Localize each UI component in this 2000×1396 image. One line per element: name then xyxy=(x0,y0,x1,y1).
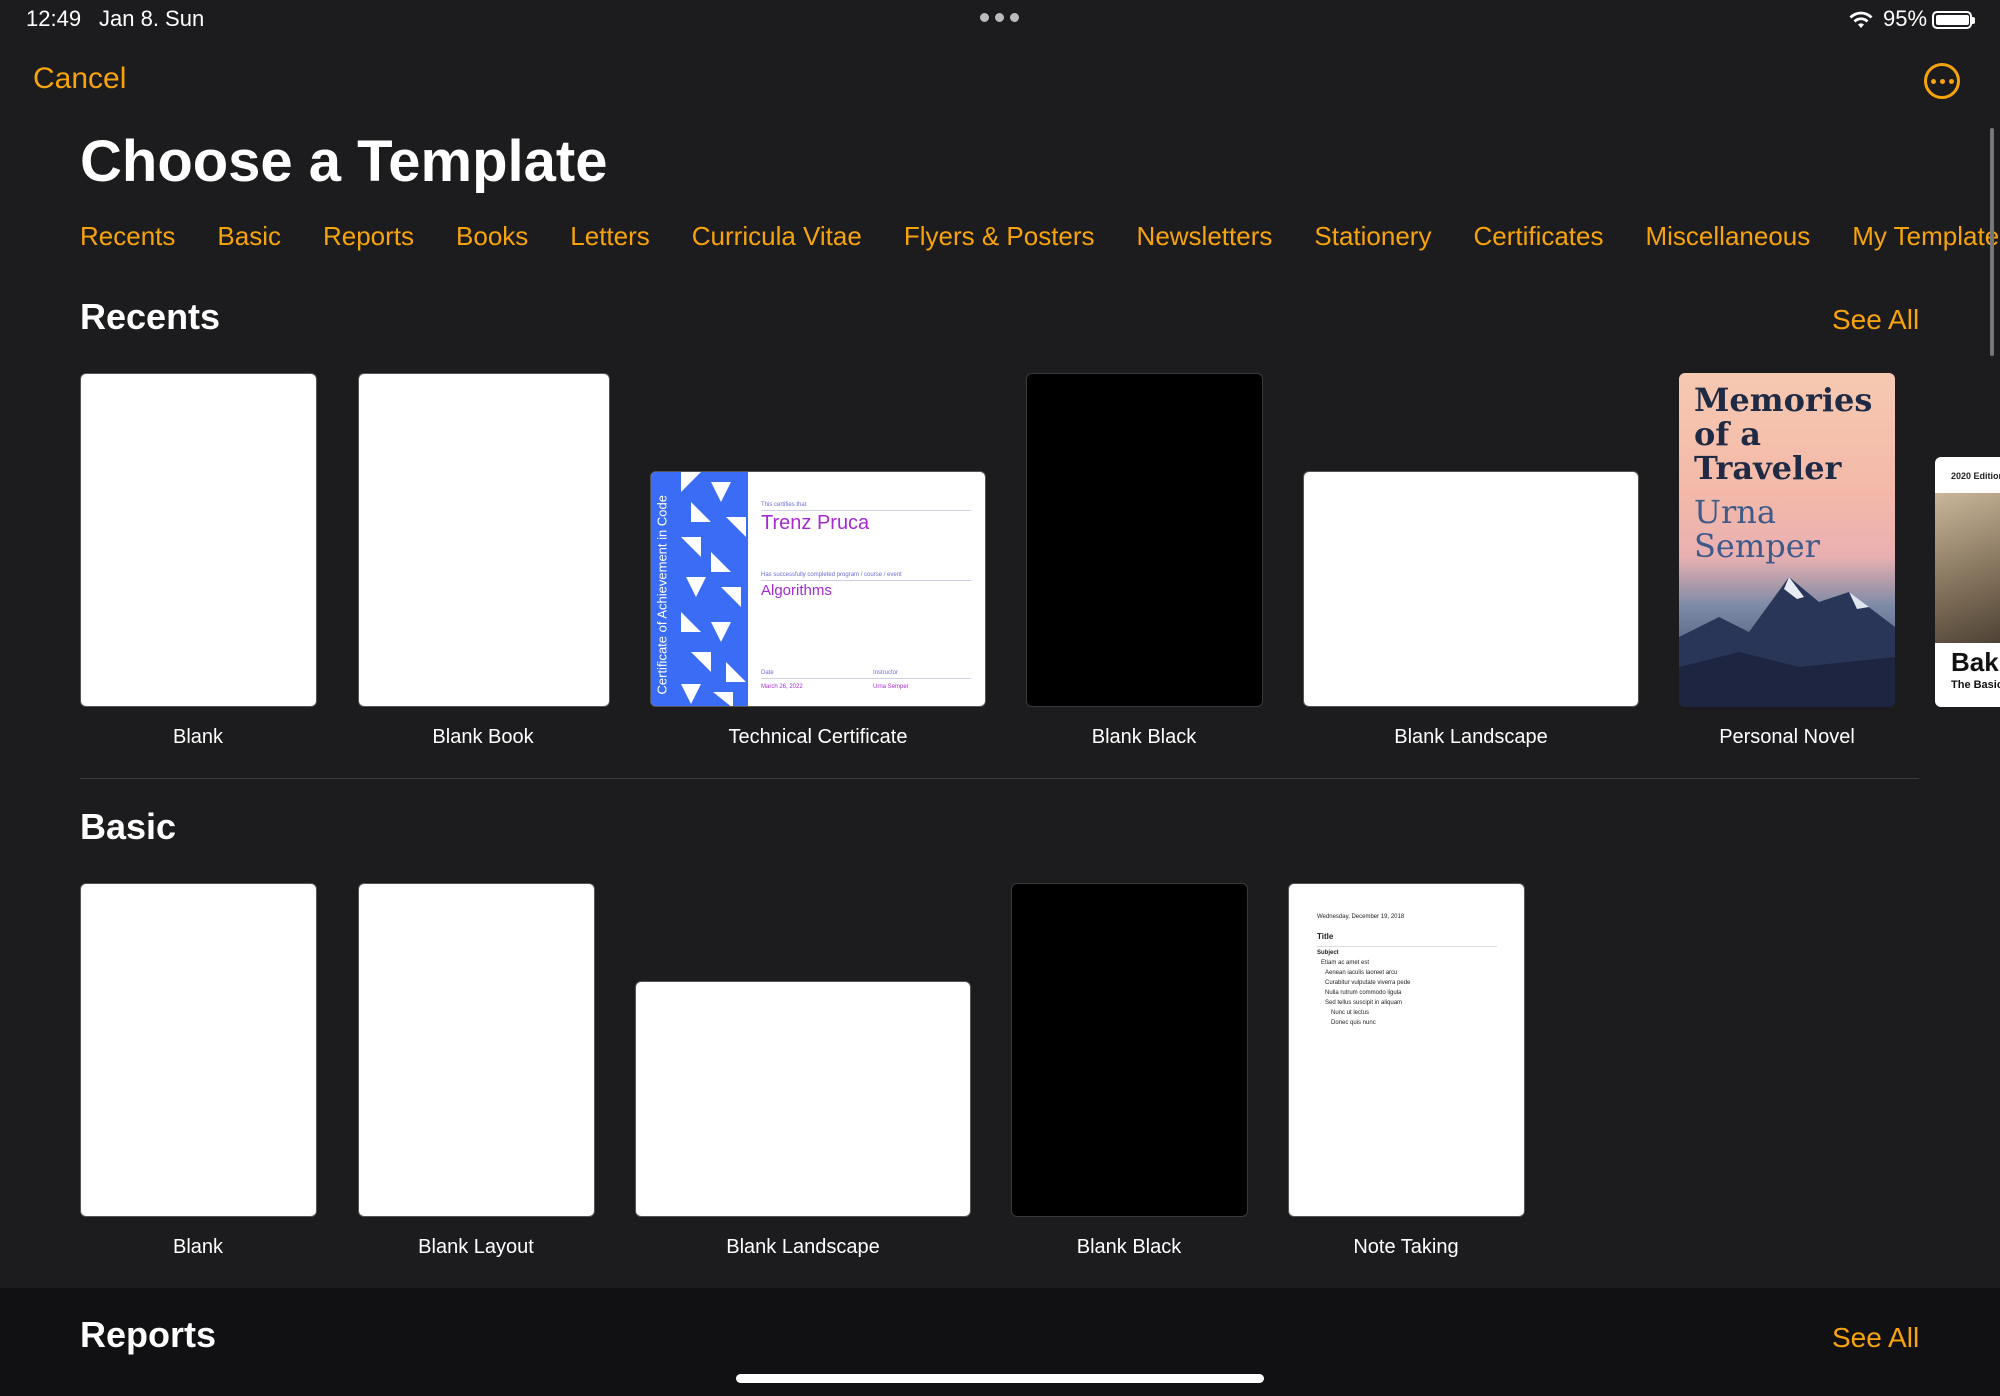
template-label: Personal Novel xyxy=(1719,726,1855,748)
category-tab-curricula-vitae[interactable]: Curricula Vitae xyxy=(692,221,862,252)
template-thumbnail-blank-book[interactable] xyxy=(358,373,610,707)
category-tab-newsletters[interactable]: Newsletters xyxy=(1137,221,1273,252)
template-thumbnail-bakery-partial[interactable]: 2020 Edition Bak The Basic xyxy=(1935,457,2000,707)
section-title-basic: Basic xyxy=(80,806,177,847)
note-bullet: Nulla rutrum commodo ligula xyxy=(1325,990,1402,996)
template-label: Blank Book xyxy=(432,726,534,748)
status-date: Jan 8. Sun xyxy=(99,6,205,31)
novel-author: Urna Semper xyxy=(1694,493,1820,565)
template-label: Blank Black xyxy=(1091,726,1197,748)
certificate-vertical-text: Certificate of Achievement in Code xyxy=(654,495,670,695)
template-thumbnail-technical-certificate[interactable]: Certificate of Achievement in Code This … xyxy=(650,471,986,707)
cancel-button[interactable]: Cancel xyxy=(33,62,126,96)
template-thumbnail-blank-black[interactable] xyxy=(1026,373,1263,707)
ellipsis-circle-icon[interactable] xyxy=(1924,63,1960,99)
certificate-certifies-text: This certifies that xyxy=(761,502,807,508)
bakery-edition: 2020 Edition xyxy=(1951,471,2000,481)
note-bullet: Curabitur vulputate viverra pede xyxy=(1325,980,1411,986)
template-thumbnail-blank-landscape[interactable] xyxy=(1303,471,1639,707)
wifi-icon xyxy=(1849,11,1873,28)
category-tab-reports[interactable]: Reports xyxy=(323,221,414,252)
template-label: Blank Black xyxy=(1076,1236,1182,1258)
section-title-recents: Recents xyxy=(80,296,221,337)
novel-title: Memories of a Traveler xyxy=(1694,381,1873,487)
section-divider xyxy=(80,778,1919,779)
template-label: Blank xyxy=(172,726,224,748)
template-thumbnail-blank[interactable] xyxy=(80,883,317,1217)
note-subject: Subject xyxy=(1317,950,1339,956)
category-tab-basic[interactable]: Basic xyxy=(217,221,281,252)
battery-icon xyxy=(1932,11,1975,29)
category-tab-miscellaneous[interactable]: Miscellaneous xyxy=(1646,221,1811,252)
multitasking-dots-icon[interactable] xyxy=(980,10,1022,24)
template-label: Blank Layout xyxy=(418,1236,534,1258)
bakery-photo xyxy=(1935,493,2000,643)
template-label: Blank Landscape xyxy=(726,1236,880,1258)
category-tab-my-templates[interactable]: My Templates xyxy=(1852,221,2000,252)
section-title-reports: Reports xyxy=(80,1314,217,1355)
template-label: Blank xyxy=(172,1236,224,1258)
certificate-date-value: March 26, 2022 xyxy=(761,684,803,690)
note-date: Wednesday, December 19, 2018 xyxy=(1317,914,1405,920)
note-bullet: Etiam ac amet est xyxy=(1321,960,1370,966)
bakery-subtitle: The Basic xyxy=(1951,679,2000,691)
certificate-course: Algorithms xyxy=(761,582,832,599)
note-bullet: Sed tellus suscipit in aliquam xyxy=(1325,1000,1403,1006)
note-bullet: Nunc ut lectus xyxy=(1331,1010,1370,1016)
certificate-date-label: Date xyxy=(761,670,774,676)
category-tab-certificates[interactable]: Certificates xyxy=(1473,221,1603,252)
see-all-reports-button[interactable]: See All xyxy=(1832,1322,1919,1354)
template-thumbnail-note-taking[interactable]: Wednesday, December 19, 2018 Title Subje… xyxy=(1288,883,1525,1217)
certificate-completed-text: Has successfully completed program / cou… xyxy=(761,572,902,578)
note-title: Title xyxy=(1317,932,1334,941)
template-label: Note Taking xyxy=(1353,1236,1459,1258)
certificate-instructor-label: Instructor xyxy=(873,670,899,676)
status-time: 12:49 xyxy=(26,6,82,31)
page-title: Choose a Template xyxy=(80,129,608,194)
see-all-recents-button[interactable]: See All xyxy=(1832,304,1919,336)
template-thumbnail-blank[interactable] xyxy=(80,373,317,707)
category-tab-books[interactable]: Books xyxy=(456,221,528,252)
home-indicator[interactable] xyxy=(736,1374,1264,1383)
certificate-name: Trenz Pruca xyxy=(761,512,870,534)
note-bullet: Aenean iaculis laoreet arcu xyxy=(1325,970,1398,976)
vertical-scrollbar[interactable] xyxy=(1990,128,1994,356)
certificate-instructor-value: Urna Semper xyxy=(873,684,909,690)
bakery-title: Bak xyxy=(1951,647,1999,677)
category-tab-recents[interactable]: Recents xyxy=(80,221,175,252)
template-thumbnail-blank-landscape[interactable] xyxy=(635,981,971,1217)
category-tab-letters[interactable]: Letters xyxy=(570,221,650,252)
template-label: Blank Landscape xyxy=(1394,726,1548,748)
template-thumbnail-blank-layout[interactable] xyxy=(358,883,595,1217)
category-tab-flyers-posters[interactable]: Flyers & Posters xyxy=(904,221,1095,252)
template-thumbnail-blank-black[interactable] xyxy=(1011,883,1248,1217)
battery-percentage: 95% xyxy=(1883,6,1928,31)
template-thumbnail-personal-novel[interactable]: Memories of a Traveler Urna Semper xyxy=(1679,373,1895,707)
category-tab-stationery[interactable]: Stationery xyxy=(1314,221,1431,252)
template-label: Technical Certificate xyxy=(728,726,908,748)
category-tab-bar: Recents Basic Reports Books Letters Curr… xyxy=(80,221,2000,252)
note-bullet: Donec quis nunc xyxy=(1331,1020,1376,1026)
